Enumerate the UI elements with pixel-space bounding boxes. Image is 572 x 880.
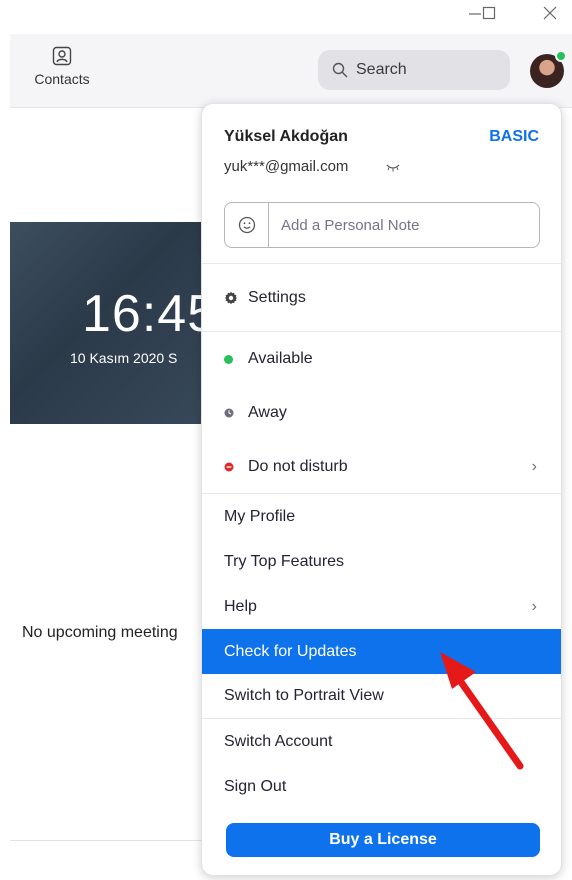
zoom-window: Contacts Search 16:45 10 Kasım 2020 S No… xyxy=(0,0,572,880)
annotation-arrow xyxy=(440,652,524,770)
